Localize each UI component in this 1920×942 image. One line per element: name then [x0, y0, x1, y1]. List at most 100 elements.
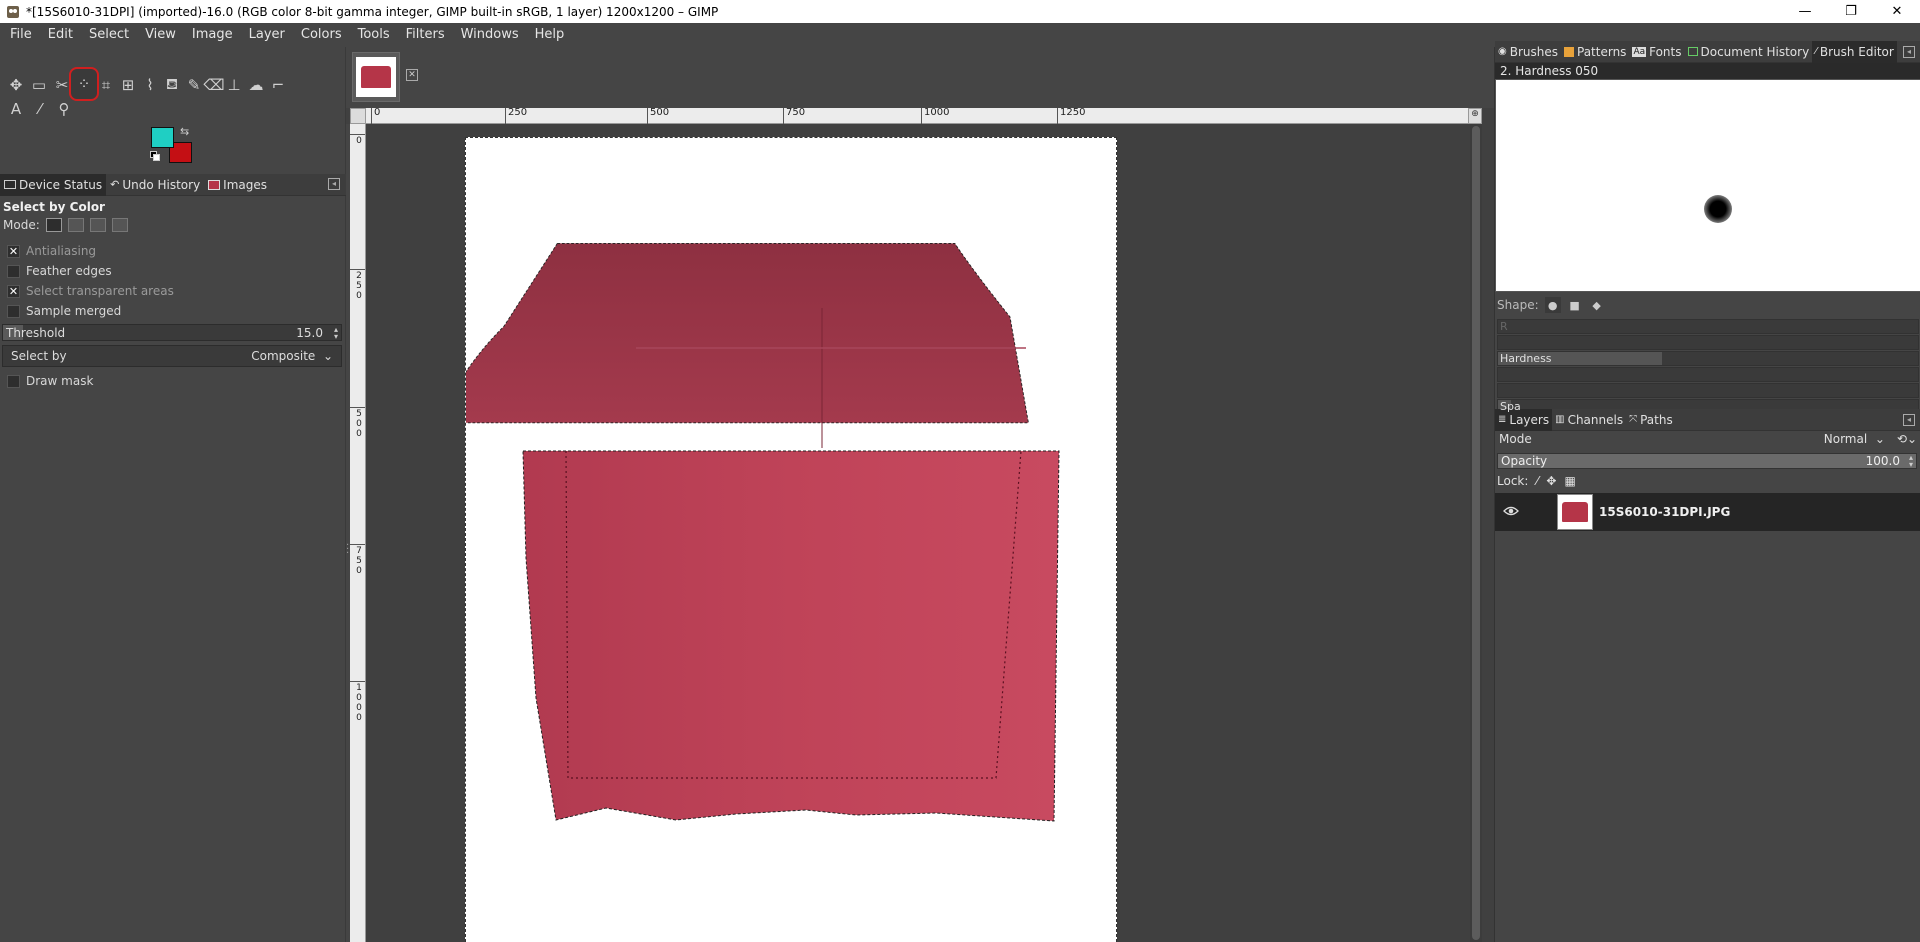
- antialiasing-row[interactable]: ✕ Antialiasing: [0, 241, 346, 261]
- tab-undo-history[interactable]: ↶ Undo History: [106, 174, 204, 196]
- menu-image[interactable]: Image: [184, 23, 241, 47]
- brush-param-slider[interactable]: Hardness: [1497, 351, 1919, 366]
- navigate-icon[interactable]: ⊕: [1468, 108, 1482, 124]
- brush-dock-tabs: ◉ Brushes Patterns Aa Fonts Document His…: [1495, 40, 1920, 63]
- square-shape-icon[interactable]: ■: [1567, 297, 1583, 313]
- spin-arrows-icon[interactable]: ▴ ▾: [1909, 454, 1913, 469]
- layer-mode-label: Mode: [1499, 432, 1532, 446]
- select-by-label: Select by: [11, 349, 67, 363]
- layer-item[interactable]: 15S6010-31DPI.JPG: [1495, 493, 1920, 531]
- mode-intersect-button[interactable]: [111, 218, 128, 232]
- smudge-tool-icon[interactable]: ☁: [244, 73, 268, 97]
- image-tab-thumbnail[interactable]: [352, 52, 400, 102]
- rect-select-tool-icon[interactable]: ▭: [27, 73, 51, 97]
- minimize-button[interactable]: —: [1782, 0, 1828, 23]
- brush-param-slider[interactable]: [1497, 335, 1919, 350]
- warp-transform-tool-icon[interactable]: ⌇: [138, 73, 162, 97]
- tab-label: Document History: [1700, 44, 1810, 59]
- menu-file[interactable]: File: [2, 23, 40, 47]
- lock-pixels-icon[interactable]: ⁄: [1536, 474, 1538, 488]
- tab-patterns[interactable]: Patterns: [1561, 41, 1629, 63]
- tab-brush-editor[interactable]: ⁄ Brush Editor: [1812, 40, 1897, 63]
- brushes-icon: ◉: [1498, 46, 1507, 57]
- visibility-eye-icon[interactable]: [1503, 503, 1519, 519]
- lock-position-icon[interactable]: ✥: [1546, 474, 1556, 488]
- brush-param-slider[interactable]: [1497, 383, 1919, 398]
- tab-document-history[interactable]: Document History: [1685, 41, 1813, 63]
- select-by-combo[interactable]: Select by Composite ⌄: [2, 345, 342, 367]
- window-title: *[15S6010-31DPI] (imported)-16.0 (RGB co…: [26, 4, 719, 19]
- spin-arrows-icon[interactable]: ▴ ▾: [334, 326, 338, 341]
- sample-merged-row[interactable]: Sample merged: [0, 301, 346, 321]
- vertical-ruler[interactable]: 0 250 500 750 1000: [350, 124, 366, 942]
- menu-layer[interactable]: Layer: [241, 23, 293, 47]
- brush-param-slider[interactable]: [1497, 367, 1919, 382]
- vertical-scrollbar[interactable]: [1470, 124, 1482, 942]
- menu-tools[interactable]: Tools: [350, 23, 398, 47]
- ruler-tick-label: 0: [350, 134, 365, 146]
- tab-device-status[interactable]: Device Status: [0, 173, 107, 196]
- mode-add-button[interactable]: [67, 218, 84, 232]
- tab-brushes[interactable]: ◉ Brushes: [1495, 41, 1561, 63]
- close-window-button[interactable]: ✕: [1874, 0, 1920, 23]
- zoom-tool-icon[interactable]: ⚲: [52, 97, 76, 121]
- diamond-shape-icon[interactable]: ◆: [1589, 297, 1605, 313]
- dock-menu-icon[interactable]: ◂: [328, 178, 340, 190]
- layer-mode-combo[interactable]: Normal ⌄: [1824, 432, 1885, 446]
- move-tool-icon[interactable]: ✥: [4, 73, 28, 97]
- clone-tool-icon[interactable]: ⊥: [222, 73, 246, 97]
- menu-filters[interactable]: Filters: [398, 23, 453, 47]
- mode-replace-button[interactable]: [45, 218, 62, 232]
- image-viewport[interactable]: [367, 125, 1469, 942]
- menu-select[interactable]: Select: [81, 23, 137, 47]
- color-picker-tool-icon[interactable]: ⁄: [28, 97, 52, 121]
- tab-label: Patterns: [1577, 44, 1627, 59]
- quick-mask-toggle-icon[interactable]: [350, 108, 366, 124]
- draw-mask-row[interactable]: Draw mask: [0, 371, 93, 391]
- menu-help[interactable]: Help: [527, 23, 573, 47]
- brush-param-slider[interactable]: R: [1497, 319, 1919, 334]
- lock-alpha-icon[interactable]: ▦: [1564, 474, 1575, 488]
- brush-param-label: Hardness: [1500, 352, 1552, 365]
- restore-button[interactable]: ❐: [1828, 0, 1874, 23]
- select-transparent-checkbox[interactable]: ✕: [7, 284, 20, 298]
- bucket-fill-tool-icon[interactable]: ⛾: [160, 73, 184, 97]
- text-tool-icon[interactable]: A: [4, 97, 28, 121]
- ruler-tick-label: 500: [647, 108, 669, 124]
- antialiasing-checkbox[interactable]: ✕: [7, 244, 20, 258]
- tab-fonts[interactable]: Aa Fonts: [1629, 41, 1684, 63]
- right-dock: ◉ Brushes Patterns Aa Fonts Document His…: [1494, 40, 1920, 942]
- menu-windows[interactable]: Windows: [453, 23, 527, 47]
- feather-edges-checkbox[interactable]: [7, 264, 20, 278]
- unified-transform-tool-icon[interactable]: ⊞: [116, 73, 140, 97]
- opacity-value: 100.0: [1865, 454, 1900, 468]
- reset-colors-icon[interactable]: [150, 151, 160, 161]
- reset-mode-icon[interactable]: ⟲⌄: [1897, 432, 1917, 446]
- threshold-value: 15.0: [296, 325, 323, 340]
- close-image-icon[interactable]: ✕: [406, 69, 418, 81]
- threshold-slider[interactable]: Threshold 15.0 ▴ ▾: [2, 324, 342, 341]
- menu-view[interactable]: View: [137, 23, 184, 47]
- threshold-label: Threshold: [6, 325, 66, 340]
- foreground-color-swatch[interactable]: [151, 127, 174, 148]
- layers-icon: ≣: [1498, 414, 1507, 425]
- paths-tool-icon[interactable]: ⌐: [266, 73, 290, 97]
- circle-shape-icon[interactable]: ●: [1544, 297, 1561, 313]
- image-canvas[interactable]: [465, 137, 1117, 942]
- menu-colors[interactable]: Colors: [293, 23, 350, 47]
- dock-menu-icon[interactable]: ◂: [1903, 46, 1915, 58]
- sample-merged-checkbox[interactable]: [7, 304, 20, 318]
- swap-colors-icon[interactable]: ⇆: [180, 125, 189, 138]
- brush-name-field[interactable]: 2. Hardness 050: [1495, 63, 1920, 79]
- antialiasing-label: Antialiasing: [26, 244, 97, 258]
- draw-mask-checkbox[interactable]: [7, 374, 20, 388]
- feather-row[interactable]: Feather edges: [0, 261, 346, 281]
- tab-images[interactable]: Images: [204, 174, 271, 196]
- horizontal-ruler[interactable]: ⊕ 0 250 500 750 1000 1250: [366, 108, 1482, 124]
- dock-menu-icon[interactable]: ◂: [1903, 414, 1915, 426]
- opacity-slider[interactable]: Opacity 100.0 ▴ ▾: [1497, 453, 1917, 469]
- menu-edit[interactable]: Edit: [40, 23, 81, 47]
- transparent-row[interactable]: ✕ Select transparent areas: [0, 281, 346, 301]
- crop-tool-icon[interactable]: ⌗: [94, 73, 118, 97]
- mode-subtract-button[interactable]: [89, 218, 106, 232]
